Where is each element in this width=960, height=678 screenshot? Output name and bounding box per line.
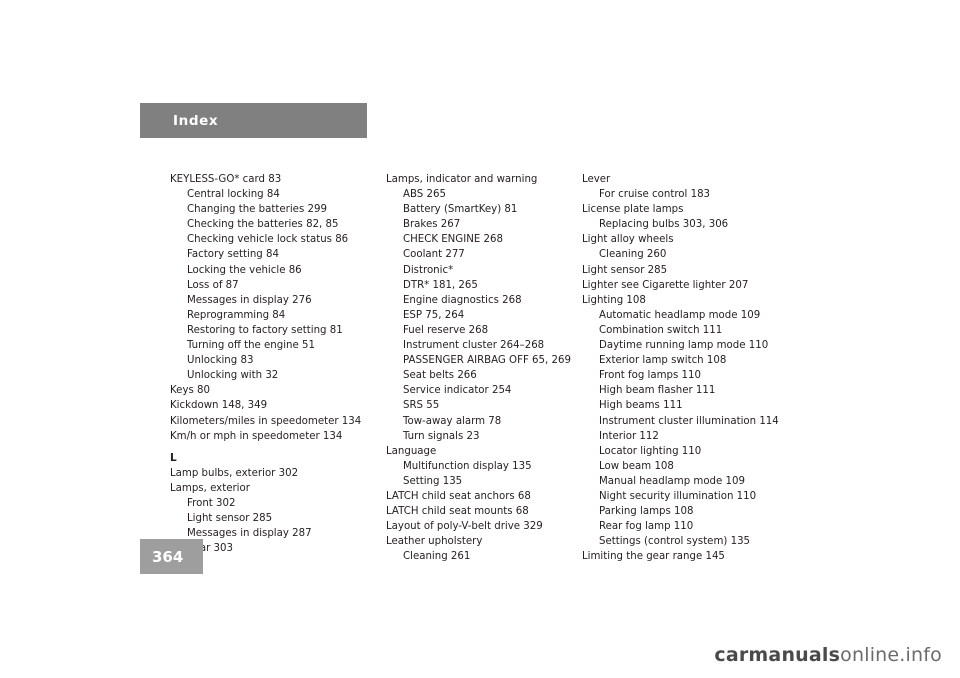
index-subentry: Messages in display 276 bbox=[187, 294, 312, 306]
index-subentry: Restoring to factory setting 81 bbox=[187, 324, 343, 336]
index-entry: Lamps, indicator and warning bbox=[386, 174, 538, 185]
index-subentry: ESP 75, 264 bbox=[403, 309, 465, 321]
index-subentry: Setting 135 bbox=[403, 475, 463, 487]
index-subentry: Locator lighting 110 bbox=[599, 445, 702, 457]
index-subentry: Unlocking with 32 bbox=[187, 370, 279, 382]
index-subentry: ABS 265 bbox=[403, 189, 446, 201]
index-subentry: Settings (control system) 135 bbox=[599, 536, 751, 548]
index-entry: Leather upholstery bbox=[386, 536, 483, 548]
watermark: carmanualsonline.info bbox=[714, 644, 942, 666]
index-subentry: Cleaning 260 bbox=[599, 249, 667, 261]
index-subentry: Central locking 84 bbox=[187, 189, 280, 201]
index-subentry: Combination switch 111 bbox=[599, 324, 723, 336]
index-entry: KEYLESS-GO* card 83 bbox=[170, 174, 282, 185]
index-entry: Lamps, exterior bbox=[170, 482, 250, 494]
index-entry: Layout of poly-V-belt drive 329 bbox=[386, 521, 543, 533]
index-subentry: Engine diagnostics 268 bbox=[403, 294, 522, 306]
index-subentry: DTR* 181, 265 bbox=[403, 279, 478, 291]
index-entry: Lever bbox=[582, 174, 611, 185]
index-subentry: Daytime running lamp mode 110 bbox=[599, 340, 769, 352]
index-entry: License plate lamps bbox=[582, 204, 684, 216]
index-entry: Keys 80 bbox=[170, 385, 210, 397]
index-entry: Lamp bulbs, exterior 302 bbox=[170, 467, 299, 479]
index-subentry: Checking the batteries 82, 85 bbox=[187, 219, 339, 231]
watermark-suffix: online.info bbox=[840, 644, 942, 666]
index-entry: LATCH child seat mounts 68 bbox=[386, 506, 529, 518]
page-number: 364 bbox=[152, 548, 184, 566]
index-subentry: Instrument cluster 264–268 bbox=[403, 340, 545, 352]
index-subentry: Exterior lamp switch 108 bbox=[599, 355, 727, 367]
index-subentry: Service indicator 254 bbox=[403, 385, 512, 397]
index-subentry: Front 302 bbox=[187, 497, 236, 509]
index-subentry: Distronic* bbox=[403, 264, 454, 276]
index-subentry: High beam flasher 111 bbox=[599, 385, 716, 397]
index-subentry: Coolant 277 bbox=[403, 249, 465, 261]
index-subentry: Cleaning 261 bbox=[403, 551, 471, 563]
index-subentry: SRS 55 bbox=[403, 400, 440, 412]
index-subentry: Light sensor 285 bbox=[187, 513, 273, 525]
index-subentry: Factory setting 84 bbox=[187, 249, 279, 261]
index-page: Index KEYLESS-GO* card 83 Central locking… bbox=[0, 0, 960, 678]
index-subentry: Multifunction display 135 bbox=[403, 460, 532, 472]
index-subentry: Reprogramming 84 bbox=[187, 309, 286, 321]
index-subentry: PASSENGER AIRBAG OFF 65, 269 bbox=[403, 355, 571, 367]
index-entry: Kickdown 148, 349 bbox=[170, 400, 268, 412]
index-subentry: Locking the vehicle 86 bbox=[187, 264, 302, 276]
index-subentry: Automatic headlamp mode 109 bbox=[599, 309, 761, 321]
index-header-bar: Index bbox=[140, 103, 367, 138]
index-subentry: Parking lamps 108 bbox=[599, 506, 694, 518]
index-subentry: Battery (SmartKey) 81 bbox=[403, 204, 518, 216]
index-entry: LATCH child seat anchors 68 bbox=[386, 490, 531, 502]
index-subentry: Rear fog lamp 110 bbox=[599, 521, 694, 533]
index-subentry: Unlocking 83 bbox=[187, 355, 254, 367]
index-subentry: Instrument cluster illumination 114 bbox=[599, 415, 779, 427]
index-entry: Light alloy wheels bbox=[582, 234, 674, 246]
index-entry: Light sensor 285 bbox=[582, 264, 668, 276]
index-column-1: KEYLESS-GO* card 83 Central locking 84 Cha… bbox=[170, 172, 385, 556]
index-subentry: Interior 112 bbox=[599, 430, 659, 442]
index-header-label: Index bbox=[173, 113, 219, 129]
index-entry: Kilometers/miles in speedometer 134 bbox=[170, 415, 362, 427]
index-subentry: CHECK ENGINE 268 bbox=[403, 234, 503, 246]
index-subentry: Front fog lamps 110 bbox=[599, 370, 701, 382]
index-subentry: Checking vehicle lock status 86 bbox=[187, 234, 349, 246]
index-entry: Limiting the gear range 145 bbox=[582, 551, 725, 563]
index-subentry: Turn signals 23 bbox=[403, 430, 480, 442]
index-subentry: Manual headlamp mode 109 bbox=[599, 475, 745, 487]
index-column-2: Lamps, indicator and warning ABS 265 Batte… bbox=[386, 172, 601, 564]
index-entry: Km/h or mph in speedometer 134 bbox=[170, 430, 343, 442]
index-column-3: Lever For cruise control 183 License plate… bbox=[582, 172, 797, 564]
index-subentry: Replacing bulbs 303, 306 bbox=[599, 219, 729, 231]
index-entry: Language bbox=[386, 445, 437, 457]
index-letter-heading: L bbox=[170, 451, 177, 464]
index-subentry: Night security illumination 110 bbox=[599, 490, 757, 502]
index-subentry: Loss of 87 bbox=[187, 279, 239, 291]
index-subentry: For cruise control 183 bbox=[599, 189, 711, 201]
index-entry: Lighter see Cigarette lighter 207 bbox=[582, 279, 749, 291]
index-subentry: Brakes 267 bbox=[403, 219, 461, 231]
watermark-prefix: carmanuals bbox=[714, 644, 841, 666]
index-subentry: Fuel reserve 268 bbox=[403, 324, 489, 336]
index-subentry: High beams 111 bbox=[599, 400, 683, 412]
index-subentry: Turning off the engine 51 bbox=[187, 340, 315, 352]
index-subentry: Tow-away alarm 78 bbox=[403, 415, 502, 427]
index-subentry: Seat belts 266 bbox=[403, 370, 477, 382]
page-number-box: 364 bbox=[140, 539, 203, 574]
index-subentry: Low beam 108 bbox=[599, 460, 674, 472]
index-entry: Lighting 108 bbox=[582, 294, 646, 306]
index-subentry: Changing the batteries 299 bbox=[187, 204, 327, 216]
